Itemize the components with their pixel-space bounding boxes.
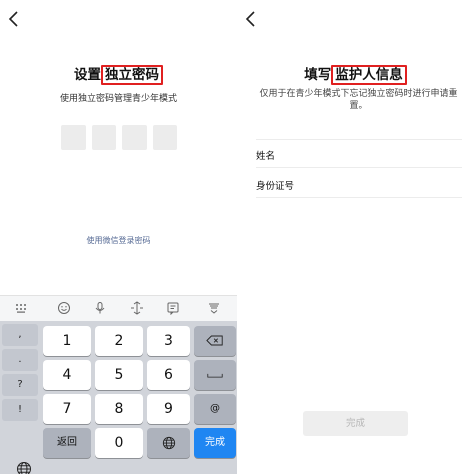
key-1[interactable]: 1 bbox=[43, 326, 91, 356]
return-key[interactable]: 返回 bbox=[43, 428, 91, 458]
key-8[interactable]: 8 bbox=[95, 394, 143, 424]
symbol-key[interactable]: ! bbox=[2, 399, 38, 421]
chevron-left-icon bbox=[8, 11, 18, 27]
key-3[interactable]: 3 bbox=[147, 326, 190, 356]
set-password-screen: 设置 独立密码 使用独立密码管理青少年模式 使用微信登录密码 , . ? ! 1… bbox=[0, 0, 237, 474]
space-icon bbox=[207, 373, 223, 378]
use-wechat-password-link[interactable]: 使用微信登录密码 bbox=[0, 235, 237, 246]
key-2[interactable]: 2 bbox=[95, 326, 143, 356]
keyboard-toolbar bbox=[0, 295, 237, 322]
symbol-column: , . ? ! bbox=[2, 324, 38, 424]
symbol-key[interactable]: . bbox=[2, 349, 38, 371]
key-5[interactable]: 5 bbox=[95, 360, 143, 390]
name-field[interactable]: 姓名 bbox=[256, 148, 456, 162]
divider bbox=[256, 139, 462, 140]
key-0[interactable]: 0 bbox=[95, 428, 143, 458]
pin-box[interactable] bbox=[122, 125, 147, 150]
back-button[interactable] bbox=[7, 9, 21, 29]
back-button[interactable] bbox=[244, 9, 258, 29]
key-6[interactable]: 6 bbox=[147, 360, 190, 390]
id-number-field[interactable]: 身份证号 bbox=[256, 178, 456, 192]
backspace-key[interactable] bbox=[194, 326, 236, 356]
done-button[interactable]: 完成 bbox=[303, 411, 408, 436]
clipboard-icon[interactable] bbox=[166, 301, 180, 315]
done-key[interactable]: 完成 bbox=[194, 428, 236, 458]
symbol-key[interactable]: , bbox=[2, 324, 38, 346]
keyboard-grid-icon[interactable] bbox=[14, 301, 28, 315]
key-9[interactable]: 9 bbox=[147, 394, 190, 424]
globe-icon bbox=[162, 436, 175, 450]
globe-icon[interactable] bbox=[16, 461, 32, 474]
divider bbox=[256, 167, 462, 168]
divider bbox=[256, 197, 462, 198]
page-title: 设置 独立密码 bbox=[0, 63, 237, 85]
at-key[interactable]: @ bbox=[194, 394, 236, 424]
backspace-icon bbox=[206, 335, 223, 346]
key-4[interactable]: 4 bbox=[43, 360, 91, 390]
numeric-keyboard: , . ? ! 1 2 3 4 5 6 7 8 9 @ 返回 0 完成 bbox=[0, 321, 237, 474]
title-highlight: 监护人信息 bbox=[331, 65, 407, 85]
chevron-left-icon bbox=[245, 11, 255, 27]
pin-input[interactable] bbox=[61, 125, 177, 150]
space-key[interactable] bbox=[194, 360, 236, 390]
form-hint: 仅用于在青少年模式下忘记独立密码时进行申请重置。 bbox=[259, 89, 458, 111]
pin-box[interactable] bbox=[91, 125, 116, 150]
keyboard-hide-icon[interactable] bbox=[207, 301, 221, 315]
pin-box[interactable] bbox=[152, 125, 177, 150]
guardian-info-screen: 填写 监护人信息 bbox=[237, 0, 474, 474]
cursor-move-icon[interactable] bbox=[130, 301, 144, 315]
microphone-icon[interactable] bbox=[93, 301, 107, 315]
emoji-icon[interactable] bbox=[57, 301, 71, 315]
page-subtitle: 使用独立密码管理青少年模式 bbox=[59, 94, 177, 104]
title-highlight: 独立密码 bbox=[101, 65, 163, 85]
page-title: 填写 监护人信息 bbox=[237, 63, 474, 85]
title-prefix: 填写 bbox=[304, 67, 332, 83]
title-prefix: 设置 bbox=[74, 67, 101, 83]
key-7[interactable]: 7 bbox=[43, 394, 91, 424]
language-key[interactable] bbox=[147, 428, 190, 458]
symbol-key[interactable]: ? bbox=[2, 374, 38, 396]
pin-box[interactable] bbox=[61, 125, 86, 150]
